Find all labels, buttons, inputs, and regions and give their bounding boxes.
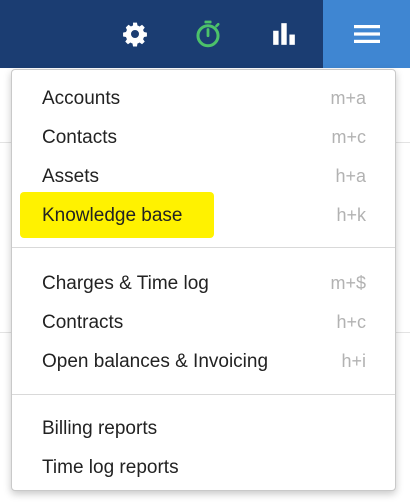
time-tracker-button[interactable] — [181, 0, 235, 68]
menu-item-label: Accounts — [42, 88, 121, 109]
menu-item-label: Assets — [42, 166, 100, 187]
menu-item-contacts[interactable]: Contacts m+c — [12, 117, 395, 156]
hamburger-menu-icon — [353, 25, 380, 43]
menu-item-label: Open balances & Invoicing — [42, 351, 269, 372]
menu-item-label: Charges & Time log — [42, 273, 209, 294]
menu-divider — [12, 247, 395, 248]
menu-item-label: Time log reports — [42, 457, 179, 478]
reports-button[interactable] — [257, 0, 311, 68]
menu-item-shortcut: h+c — [336, 312, 366, 332]
menu-item-shortcut: m+a — [330, 88, 366, 108]
stopwatch-icon — [196, 20, 220, 48]
menu-item-open-balances-invoicing[interactable]: Open balances & Invoicing h+i — [12, 341, 395, 380]
background-divider — [396, 332, 410, 333]
menu-item-knowledge-base[interactable]: Knowledge base h+k — [12, 195, 395, 234]
menu-item-assets[interactable]: Assets h+a — [12, 156, 395, 195]
menu-item-shortcut: h+k — [336, 205, 366, 225]
main-menu-dropdown: Accounts m+a Contacts m+c Assets h+a Kno… — [11, 69, 396, 491]
menu-item-time-log-reports[interactable]: Time log reports — [12, 447, 395, 486]
main-menu-button[interactable] — [323, 0, 410, 68]
menu-item-accounts[interactable]: Accounts m+a — [12, 78, 395, 117]
menu-item-shortcut: h+i — [341, 351, 366, 371]
menu-item-shortcut: m+c — [331, 127, 366, 147]
gear-icon — [123, 22, 147, 47]
menu-item-label: Contracts — [42, 312, 124, 333]
background-divider — [396, 142, 410, 143]
menu-item-label: Billing reports — [42, 418, 158, 439]
menu-item-shortcut: h+a — [335, 166, 366, 186]
menu-divider — [12, 394, 395, 395]
menu-item-contracts[interactable]: Contracts h+c — [12, 302, 395, 341]
menu-item-shortcut: m+$ — [330, 273, 366, 293]
menu-item-charges-time-log[interactable]: Charges & Time log m+$ — [12, 263, 395, 302]
menu-item-label: Knowledge base — [42, 205, 183, 226]
menu-item-billing-reports[interactable]: Billing reports — [12, 408, 395, 447]
menu-item-label: Contacts — [42, 127, 117, 148]
top-navigation-bar — [0, 0, 410, 68]
background-divider — [0, 332, 11, 333]
background-divider — [0, 142, 11, 143]
settings-button[interactable] — [108, 0, 162, 68]
bar-chart-icon — [273, 23, 295, 45]
